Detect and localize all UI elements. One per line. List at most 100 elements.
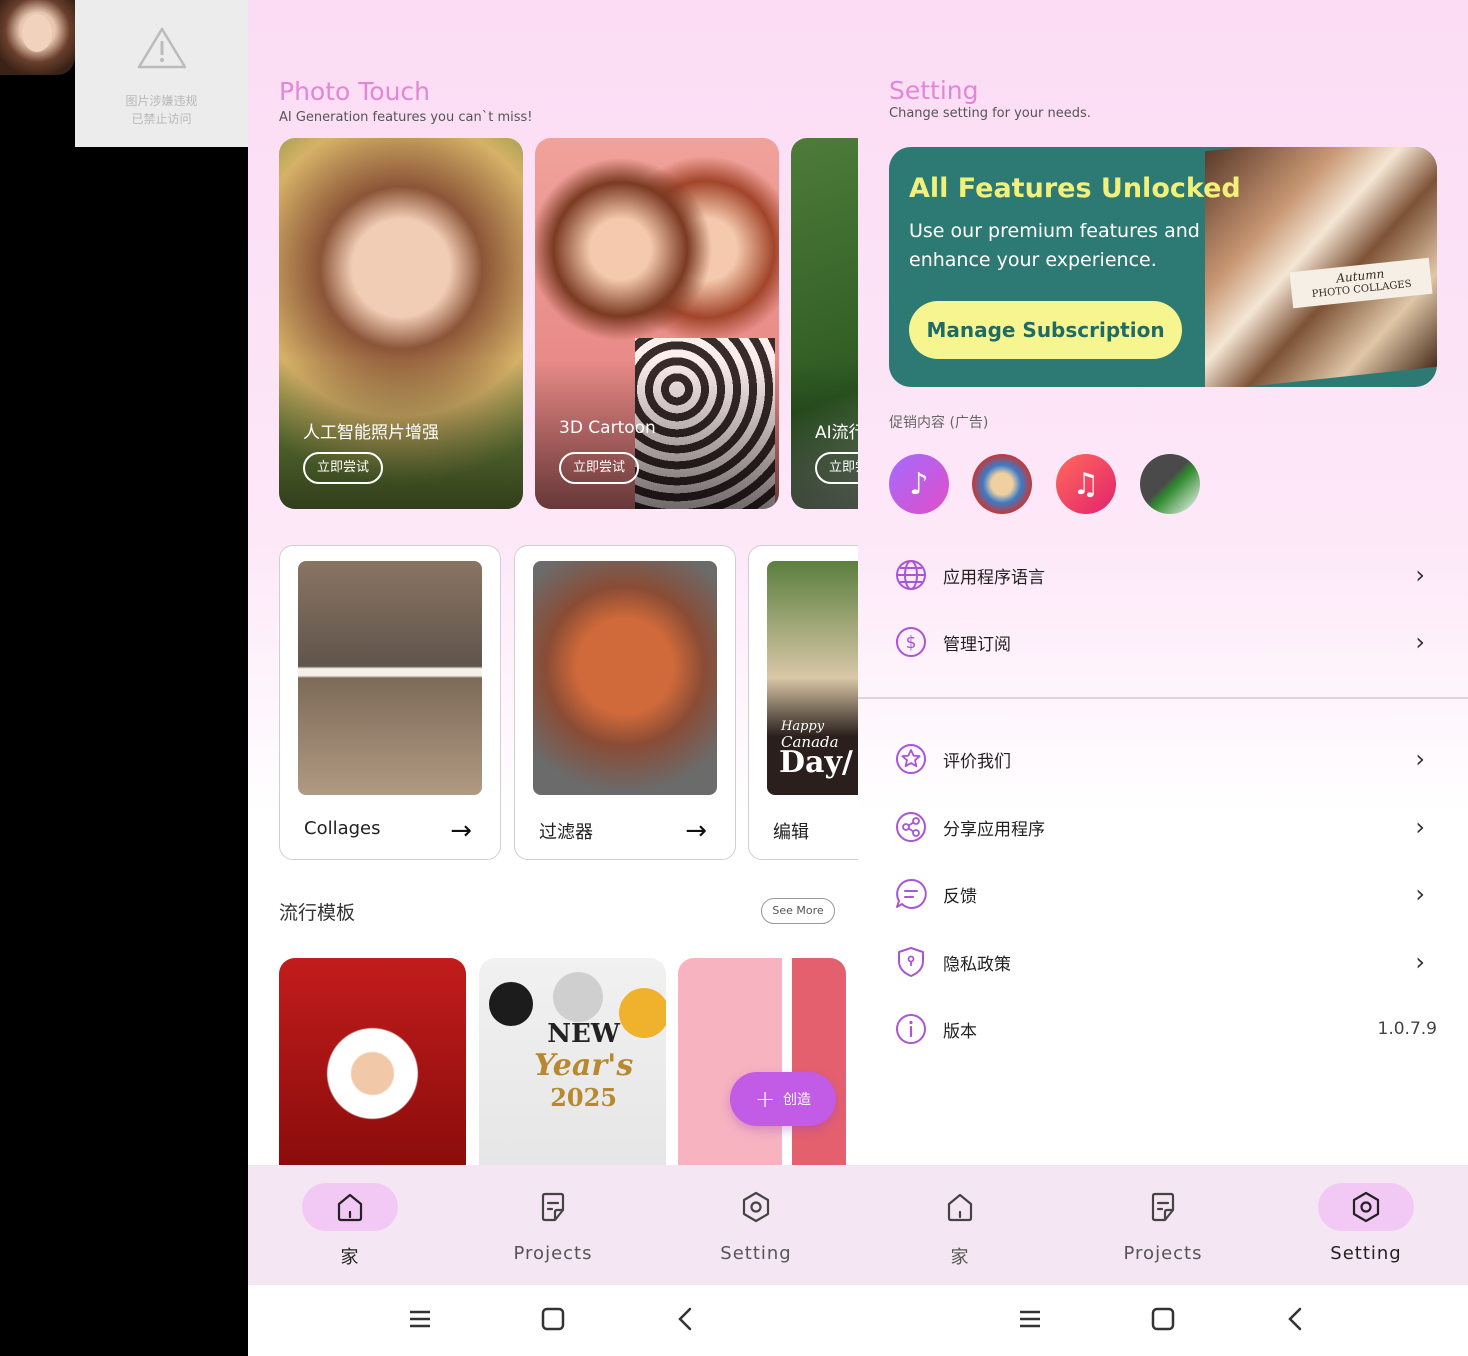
feature-card-label: 3D Cartoon: [559, 418, 656, 438]
plus-icon: +: [754, 1085, 776, 1113]
page-subtitle: Change setting for your needs.: [889, 106, 1091, 121]
nav-home-label: 家: [340, 1247, 360, 1268]
thumb-text-happy: Happy: [781, 719, 825, 734]
row-label: 版本: [943, 1021, 977, 1042]
premium-banner: Autumn PHOTO COLLAGES All Features Unloc…: [889, 147, 1437, 387]
nav-setting-label: Setting: [1330, 1243, 1402, 1264]
arrow-right-icon[interactable]: →: [450, 816, 472, 846]
feature-card-label: AI流行: [815, 423, 858, 443]
blocked-image-placeholder: 图片涉嫌违规 已禁止访问: [75, 0, 248, 147]
feature-card-3d-cartoon[interactable]: 3D Cartoon 立即尝试: [535, 138, 779, 509]
try-now-button[interactable]: 立即尝试: [815, 452, 858, 484]
chat-icon: [896, 878, 927, 909]
tool-label: Collages: [304, 818, 381, 839]
try-now-button[interactable]: 立即尝试: [559, 452, 640, 484]
feature-card-enhance[interactable]: 人工智能照片增强 立即尝试: [279, 138, 523, 509]
hexagon-settings-icon: [742, 1191, 770, 1223]
info-icon: [896, 1014, 926, 1044]
flags-globe-icon[interactable]: [972, 454, 1032, 514]
blocked-text-line2: 已禁止访问: [131, 112, 192, 126]
setting-screen: Setting Change setting for your needs. A…: [858, 0, 1468, 1356]
warning-icon: [137, 27, 186, 69]
nav-home[interactable]: 家: [248, 1183, 452, 1269]
page-subtitle: AI Generation features you can`t miss!: [279, 110, 533, 125]
nav-projects-label: Projects: [1123, 1243, 1203, 1264]
back-icon[interactable]: [674, 1307, 698, 1335]
collage-thumbnail: [298, 561, 482, 795]
blocked-text-line1: 图片涉嫌违规: [125, 94, 198, 108]
share-icon: [896, 812, 926, 842]
create-label: 创造: [783, 1092, 812, 1108]
create-button[interactable]: + 创造: [730, 1072, 836, 1126]
row-label: 隐私政策: [943, 954, 1011, 975]
back-icon[interactable]: [1284, 1307, 1308, 1335]
home-icon: [337, 1193, 363, 1222]
tiktok-icon[interactable]: ♪: [889, 454, 949, 514]
template-text-2025: 2025: [550, 1083, 617, 1112]
feature-card-ai-trend[interactable]: AI流行 立即尝试: [791, 138, 858, 509]
ads-label: 促销内容 (广告): [889, 415, 989, 431]
hexagon-settings-icon: [1352, 1191, 1380, 1223]
nav-home[interactable]: 家: [858, 1183, 1062, 1269]
home-square-icon[interactable]: [1151, 1307, 1175, 1335]
nav-projects-label: Projects: [513, 1243, 593, 1264]
row-share-app[interactable]: 分享应用程序 ›: [889, 799, 1437, 855]
template-card-christmas[interactable]: [279, 958, 466, 1168]
menu-icon[interactable]: [408, 1307, 432, 1335]
row-privacy-policy[interactable]: 隐私政策 ›: [889, 934, 1437, 990]
nav-setting[interactable]: Setting: [654, 1183, 858, 1264]
chevron-right-icon: ›: [1415, 745, 1425, 773]
version-value: 1.0.7.9: [1377, 1019, 1437, 1039]
home-screen: Photo Touch AI Generation features you c…: [248, 0, 858, 1356]
filter-thumbnail: [533, 561, 717, 795]
tool-card-collages[interactable]: Collages →: [279, 545, 501, 860]
section-title: 流行模板: [279, 902, 356, 924]
music-icon[interactable]: ♫: [1056, 454, 1116, 514]
shield-icon: [898, 947, 924, 977]
chevron-right-icon: ›: [1415, 628, 1425, 656]
manage-subscription-button[interactable]: Manage Subscription: [909, 301, 1182, 359]
promo-description: Use our premium features and enhance you…: [909, 220, 1200, 271]
see-more-button[interactable]: See More: [761, 898, 835, 924]
try-now-button[interactable]: 立即尝试: [303, 452, 384, 484]
promo-headline: All Features Unlocked: [909, 173, 1241, 204]
menu-icon[interactable]: [1018, 1307, 1042, 1335]
thumb-text-day: Day/: [779, 745, 853, 780]
row-version: 版本 1.0.7.9: [889, 1001, 1437, 1057]
page-title: Setting: [889, 76, 979, 105]
nav-setting[interactable]: Setting: [1264, 1183, 1468, 1264]
bottom-nav: 家 Projects Setting: [858, 1165, 1468, 1285]
avatar-thumbnail[interactable]: [0, 0, 75, 75]
dollar-icon: $: [896, 627, 926, 657]
peel-app-icon[interactable]: [1140, 454, 1200, 514]
document-icon: [1151, 1192, 1175, 1222]
nav-setting-label: Setting: [720, 1243, 792, 1264]
bottom-nav: 家 Projects Setting: [248, 1165, 858, 1285]
row-feedback[interactable]: 反馈 ›: [889, 866, 1437, 922]
nav-home-label: 家: [950, 1247, 970, 1268]
row-app-language[interactable]: 应用程序语言 ›: [889, 547, 1437, 603]
row-label: 分享应用程序: [943, 819, 1045, 840]
tool-card-edit[interactable]: Happy Canada Day/ 编辑: [748, 545, 858, 860]
tool-card-filters[interactable]: 过滤器 →: [514, 545, 736, 860]
template-card-collage[interactable]: [678, 958, 846, 1168]
tool-label: 过滤器: [539, 822, 593, 843]
system-nav-bar: [858, 1285, 1468, 1356]
nav-projects[interactable]: Projects: [451, 1183, 655, 1264]
row-label: 应用程序语言: [943, 567, 1045, 588]
template-card-new-year[interactable]: NEW Year's 2025: [479, 958, 666, 1168]
root: 图片涉嫌违规 已禁止访问 Photo Touch AI Generation f…: [0, 0, 1468, 1356]
row-label: 反馈: [943, 886, 977, 907]
nav-projects[interactable]: Projects: [1061, 1183, 1265, 1264]
star-icon: [896, 744, 926, 774]
chevron-right-icon: ›: [1415, 880, 1425, 908]
row-manage-subscription[interactable]: $ 管理订阅 ›: [889, 614, 1437, 670]
arrow-right-icon[interactable]: →: [685, 816, 707, 846]
divider: [858, 697, 1468, 699]
home-square-icon[interactable]: [541, 1307, 565, 1335]
tool-label: 编辑: [773, 822, 809, 843]
row-rate-us[interactable]: 评价我们 ›: [889, 731, 1437, 787]
chevron-right-icon: ›: [1415, 561, 1425, 589]
chevron-right-icon: ›: [1415, 813, 1425, 841]
chevron-right-icon: ›: [1415, 948, 1425, 976]
